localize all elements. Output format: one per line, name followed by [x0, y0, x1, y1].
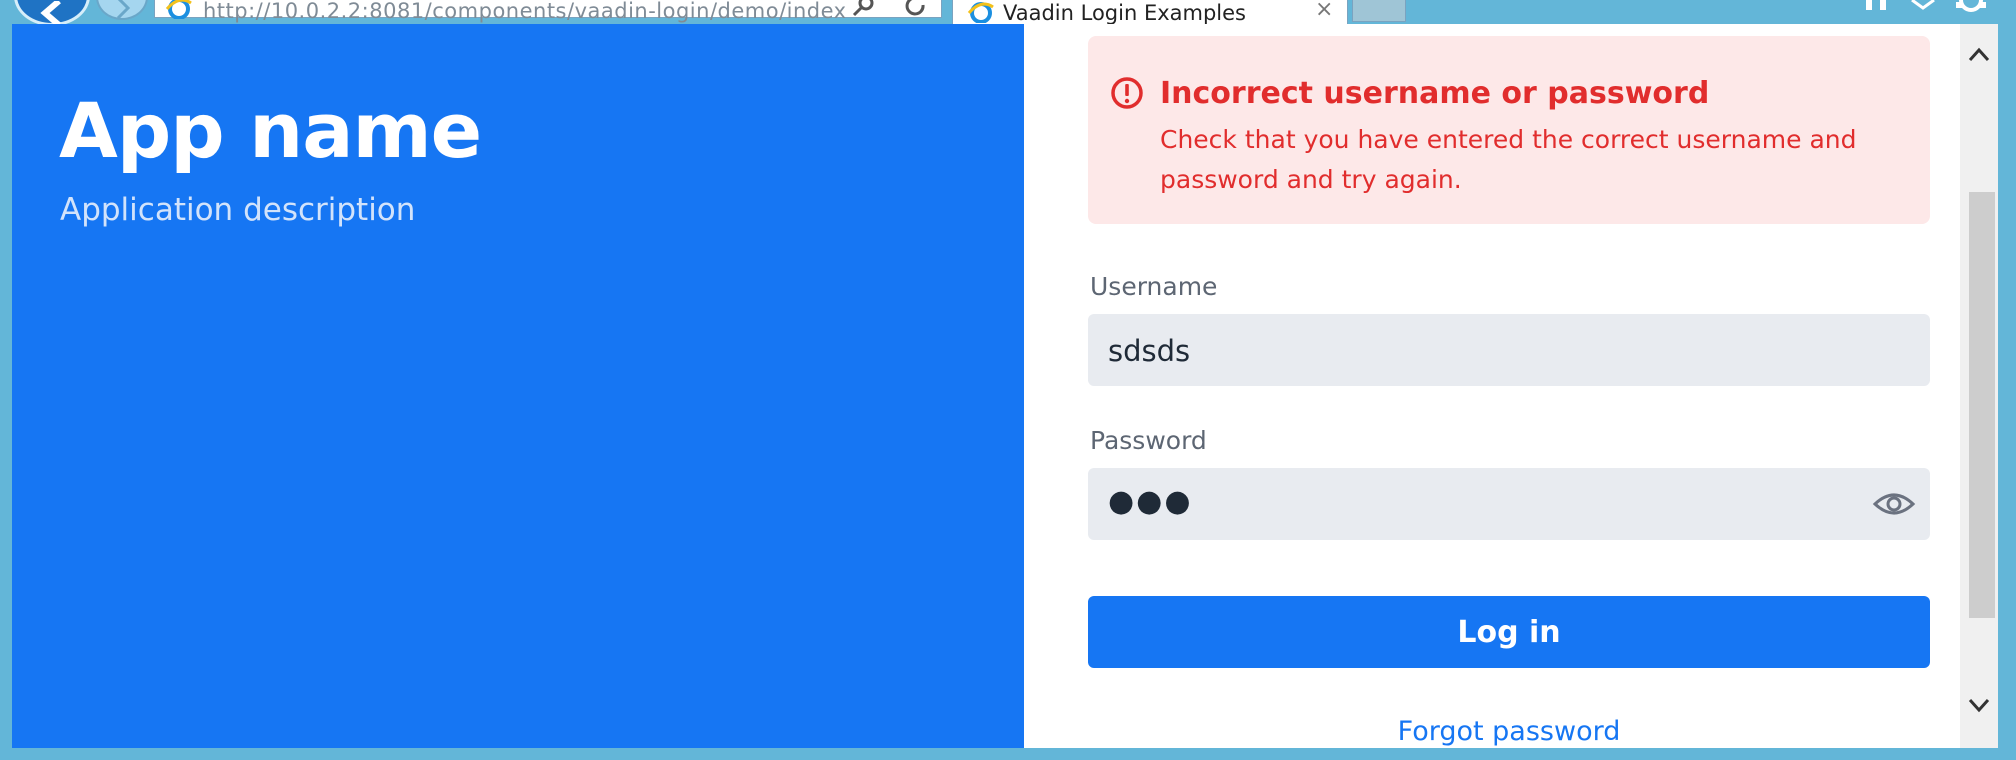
- app-title: App name: [59, 86, 482, 175]
- password-label: Password: [1090, 426, 1207, 455]
- error-alert: Incorrect username or password Check tha…: [1088, 36, 1930, 224]
- search-icon[interactable]: [851, 0, 877, 19]
- error-icon: [1111, 77, 1143, 109]
- eye-icon: [1872, 493, 1916, 515]
- username-label: Username: [1090, 272, 1218, 301]
- password-field[interactable]: ●●●: [1088, 468, 1930, 540]
- username-value: sdsds: [1108, 334, 1191, 368]
- new-tab-button[interactable]: [1352, 0, 1406, 22]
- scrollbar-thumb[interactable]: [1969, 192, 1995, 618]
- login-form: Incorrect username or password Check tha…: [1024, 24, 1972, 748]
- refresh-icon[interactable]: [903, 0, 929, 19]
- back-button[interactable]: [14, 0, 90, 24]
- tab-vaadin-login-examples[interactable]: Vaadin Login Examples ×: [952, 0, 1348, 24]
- login-button[interactable]: Log in: [1088, 596, 1930, 668]
- scroll-up-arrow-icon[interactable]: [1960, 34, 1998, 74]
- forgot-password-link[interactable]: Forgot password: [1088, 716, 1930, 747]
- back-arrow-icon: [40, 1, 61, 24]
- vertical-scrollbar[interactable]: [1960, 24, 1998, 748]
- error-message: Check that you have entered the correct …: [1160, 125, 1857, 194]
- forward-button[interactable]: [96, 0, 148, 20]
- ie-logo-icon: [165, 0, 192, 19]
- ie-logo-icon: [967, 2, 994, 23]
- page-viewport: App name Application description Incorre…: [12, 24, 1972, 748]
- settings-gear-icon[interactable]: [1954, 0, 1988, 12]
- address-bar[interactable]: http://10.0.2.2:8081/components/vaadin-l…: [154, 0, 942, 23]
- password-masked-value: ●●●: [1108, 484, 1193, 519]
- browser-chrome: http://10.0.2.2:8081/components/vaadin-l…: [0, 0, 2016, 24]
- forward-arrow-icon: [116, 0, 131, 18]
- app-description: Application description: [60, 192, 416, 228]
- reveal-password-button[interactable]: [1872, 488, 1916, 520]
- address-url: http://10.0.2.2:8081/components/vaadin-l…: [203, 0, 847, 23]
- window-frame-right: [1998, 24, 2016, 760]
- home-icon[interactable]: [1862, 0, 1892, 10]
- favorites-star-icon[interactable]: [1908, 0, 1938, 10]
- window-frame-bottom: [0, 748, 2016, 760]
- username-field[interactable]: sdsds: [1088, 314, 1930, 386]
- error-title: Incorrect username or password: [1160, 76, 1710, 111]
- scroll-down-arrow-icon[interactable]: [1960, 686, 1998, 726]
- brand-panel: App name Application description: [12, 24, 1024, 748]
- tab-close-icon[interactable]: ×: [1315, 0, 1333, 21]
- tab-title: Vaadin Login Examples: [1003, 1, 1246, 24]
